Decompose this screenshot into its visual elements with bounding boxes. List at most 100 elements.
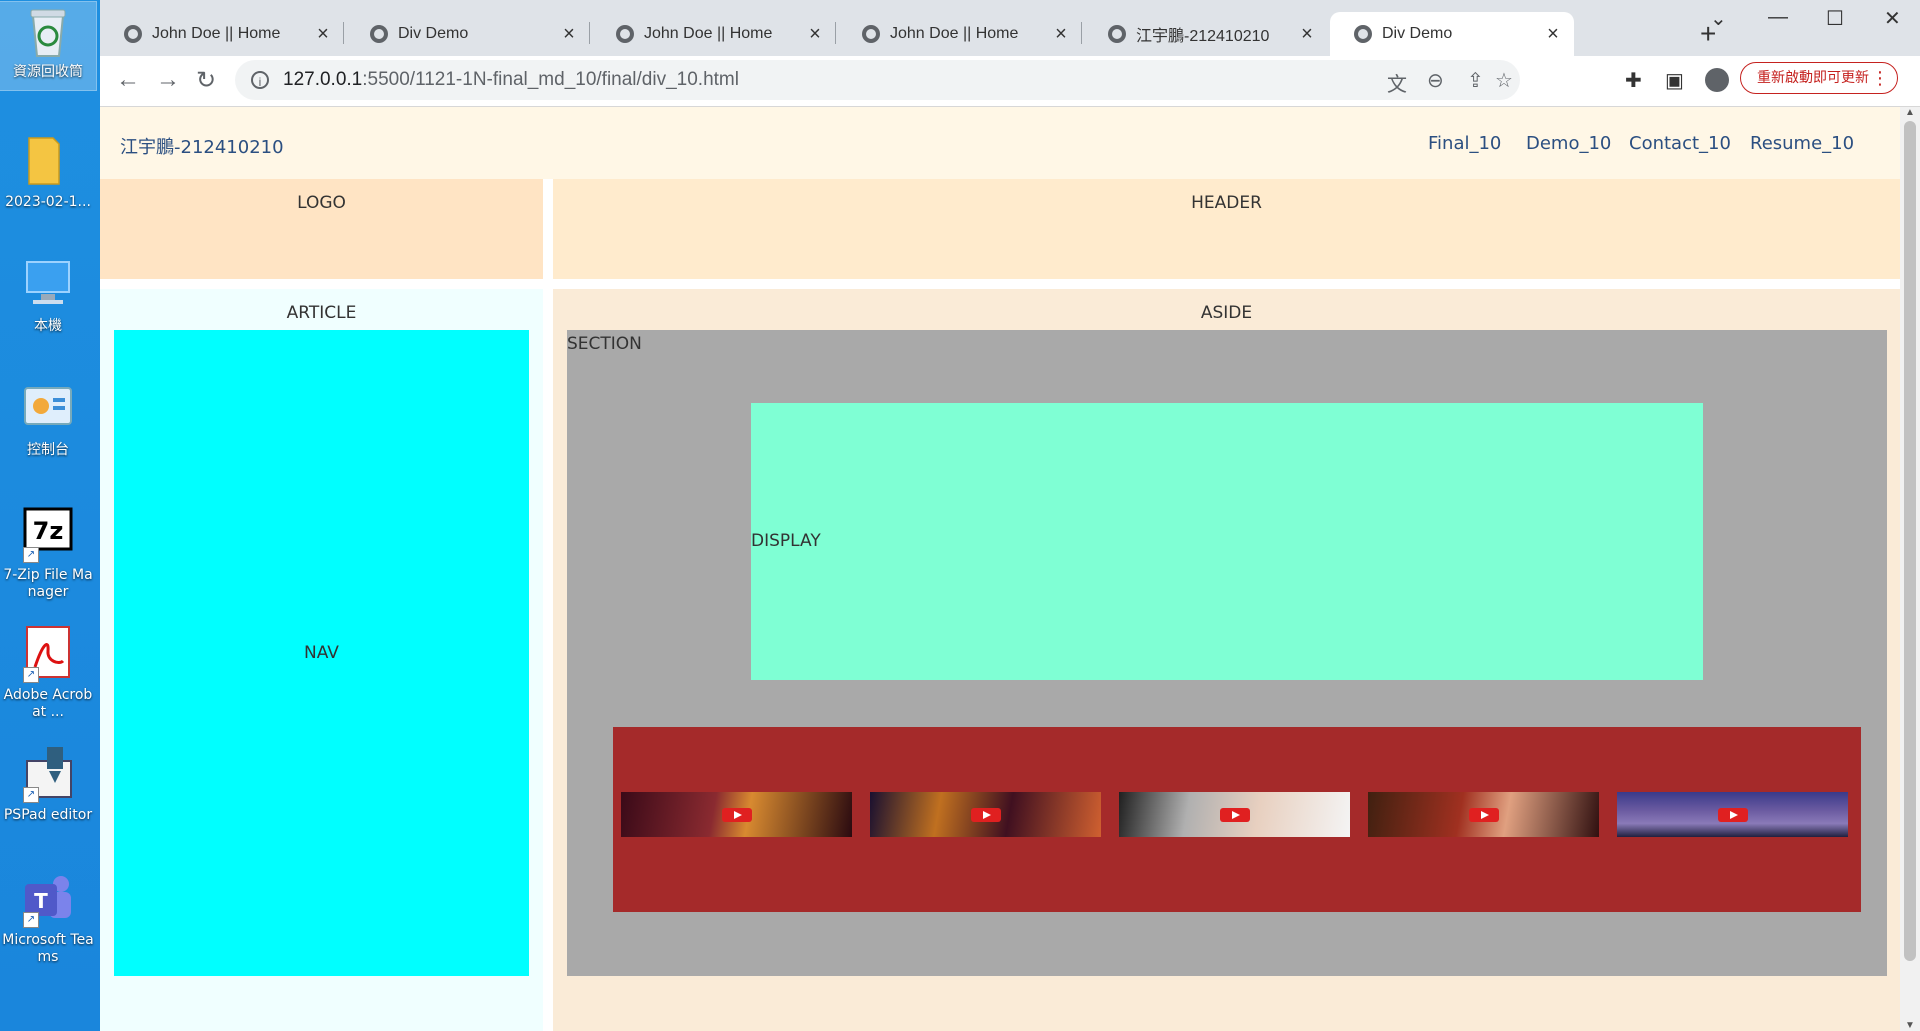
desktop-icon-label: 2023-02-1... xyxy=(5,194,91,210)
bookmark-star-icon[interactable]: ☆ xyxy=(1495,68,1513,93)
desktop-icon-acrobat[interactable]: ↗ Adobe Acrobat ... xyxy=(0,625,96,721)
url-host: 127.0.0.1 xyxy=(283,69,363,90)
globe-icon xyxy=(1108,25,1126,43)
video-thumbnail[interactable] xyxy=(1368,792,1599,837)
desktop-icon-label: Microsoft Teams xyxy=(2,932,94,965)
play-icon[interactable] xyxy=(1468,807,1499,822)
shortcut-arrow-icon: ↗ xyxy=(23,912,39,928)
desktop-icon-label: PSPad editor xyxy=(3,807,93,823)
scrollbar-thumb[interactable] xyxy=(1904,121,1916,961)
video-strip xyxy=(613,727,1861,912)
tab-title: John Doe || Home xyxy=(644,25,773,42)
video-thumbnail[interactable] xyxy=(1119,792,1350,837)
desktop-icon-7zip[interactable]: 7z ↗ 7-Zip File Manager xyxy=(0,505,96,601)
logo-block: LOGO xyxy=(100,179,543,279)
desktop-icon-pspad[interactable]: ↗ PSPad editor xyxy=(0,745,96,824)
shortcut-arrow-icon: ↗ xyxy=(23,667,39,683)
menu-link-final[interactable]: Final_10 xyxy=(1428,133,1501,154)
shortcut-arrow-icon: ↗ xyxy=(23,787,39,803)
browser-tab[interactable]: John Doe || Home × xyxy=(592,12,836,56)
update-button[interactable]: 重新啟動即可更新 ⋮ xyxy=(1740,62,1898,94)
globe-icon xyxy=(1354,25,1372,43)
menu-link-contact[interactable]: Contact_10 xyxy=(1629,133,1731,154)
maximize-button[interactable]: ☐ xyxy=(1826,6,1844,31)
share-icon[interactable]: ⇪ xyxy=(1467,68,1484,93)
computer-icon xyxy=(19,256,77,314)
desktop-icon-control-panel[interactable]: 控制台 xyxy=(0,380,96,459)
close-icon[interactable]: × xyxy=(804,23,826,46)
minimize-button[interactable]: — xyxy=(1768,6,1788,29)
translate-icon[interactable]: 文 xyxy=(1387,68,1407,97)
article-block: ARTICLE NAV xyxy=(100,289,543,1031)
play-icon[interactable] xyxy=(1717,807,1748,822)
7zip-icon: 7z ↗ xyxy=(19,505,77,563)
video-thumbnail[interactable] xyxy=(870,792,1101,837)
close-icon[interactable]: × xyxy=(558,23,580,46)
shortcut-arrow-icon: ↗ xyxy=(23,547,39,563)
tab-title: John Doe || Home xyxy=(152,25,281,42)
tab-title: 江宇鵬-212410210 xyxy=(1136,28,1270,45)
page-viewport: 江宇鵬-212410210 Final_10 Demo_10 Contact_1… xyxy=(100,107,1900,1031)
browser-tab[interactable]: John Doe || Home × xyxy=(100,12,344,56)
reload-button[interactable]: ↻ xyxy=(196,66,216,95)
display-label: DISPLAY xyxy=(751,531,821,551)
tab-separator xyxy=(589,22,590,44)
browser-tab[interactable]: Div Demo × xyxy=(346,12,590,56)
logo-label: LOGO xyxy=(297,193,346,213)
teams-icon: T ↗ xyxy=(19,870,77,928)
folder-icon xyxy=(19,132,77,190)
zoom-icon[interactable]: ⊖ xyxy=(1427,68,1444,93)
pspad-icon: ↗ xyxy=(19,745,77,803)
address-bar[interactable]: i 127.0.0.1:5500/1121-1N-final_md_10/fin… xyxy=(235,60,1520,100)
aside-block: ASIDE SECTION DISPLAY xyxy=(553,289,1900,1031)
menu-link-demo[interactable]: Demo_10 xyxy=(1526,133,1611,154)
scroll-up-icon[interactable]: ▲ xyxy=(1905,107,1915,118)
video-thumbnail[interactable] xyxy=(1617,792,1848,837)
tab-title: Div Demo xyxy=(398,25,469,42)
control-panel-icon xyxy=(19,380,77,438)
browser-tab-active[interactable]: Div Demo × xyxy=(1330,12,1574,56)
video-thumbnail[interactable] xyxy=(621,792,852,837)
desktop-icon-this-pc[interactable]: 本機 xyxy=(0,256,96,335)
scroll-down-icon[interactable]: ▼ xyxy=(1905,1020,1915,1031)
globe-icon xyxy=(370,25,388,43)
nav-label: NAV xyxy=(304,643,339,663)
chevron-down-icon[interactable]: ⌄ xyxy=(1710,6,1727,31)
play-icon[interactable] xyxy=(970,807,1001,822)
close-icon[interactable]: × xyxy=(312,23,334,46)
browser-tab[interactable]: John Doe || Home × xyxy=(838,12,1082,56)
tab-title: John Doe || Home xyxy=(890,25,1019,42)
desktop-icon-label: Adobe Acrobat ... xyxy=(3,687,93,720)
close-icon[interactable]: × xyxy=(1296,23,1318,46)
menu-link-resume[interactable]: Resume_10 xyxy=(1750,133,1854,154)
desktop-icon-teams[interactable]: T ↗ Microsoft Teams xyxy=(0,870,96,966)
extensions-icon[interactable]: ✚ xyxy=(1625,68,1642,93)
browser-tab-bar: John Doe || Home × Div Demo × John Doe |… xyxy=(100,0,1920,60)
url-text: 127.0.0.1:5500/1121-1N-final_md_10/final… xyxy=(283,69,739,91)
browser-tab[interactable]: 江宇鵬-212410210 × xyxy=(1084,12,1328,56)
desktop-icon-label: 本機 xyxy=(34,318,62,334)
brand-link[interactable]: 江宇鵬-212410210 xyxy=(120,133,284,159)
desktop-icon-label: 7-Zip File Manager xyxy=(3,567,93,600)
play-icon[interactable] xyxy=(721,807,752,822)
close-icon[interactable]: × xyxy=(1050,23,1072,46)
back-button[interactable]: ← xyxy=(116,66,140,94)
globe-icon xyxy=(862,25,880,43)
profile-avatar[interactable] xyxy=(1705,68,1729,92)
desktop-icon-label: 控制台 xyxy=(27,442,69,458)
desktop-icon-folder[interactable]: 2023-02-1... xyxy=(0,132,96,211)
close-icon[interactable]: × xyxy=(1542,23,1564,46)
more-menu-icon[interactable]: ⋮ xyxy=(1871,63,1889,94)
desktop-icon-recycle-bin[interactable]: 資源回收筒 xyxy=(0,1,97,91)
nav-block: NAV xyxy=(114,330,529,976)
forward-button[interactable]: → xyxy=(156,66,180,94)
info-icon[interactable]: i xyxy=(251,71,269,89)
globe-icon xyxy=(124,25,142,43)
side-panel-icon[interactable]: ▣ xyxy=(1665,68,1684,93)
window-close-button[interactable]: ✕ xyxy=(1884,6,1901,31)
tab-title: Div Demo xyxy=(1382,25,1453,42)
play-icon[interactable] xyxy=(1219,807,1250,822)
section-label: SECTION xyxy=(567,334,642,354)
page-scrollbar[interactable]: ▲ ▼ xyxy=(1900,107,1920,1031)
section-block: SECTION DISPLAY xyxy=(567,330,1887,976)
